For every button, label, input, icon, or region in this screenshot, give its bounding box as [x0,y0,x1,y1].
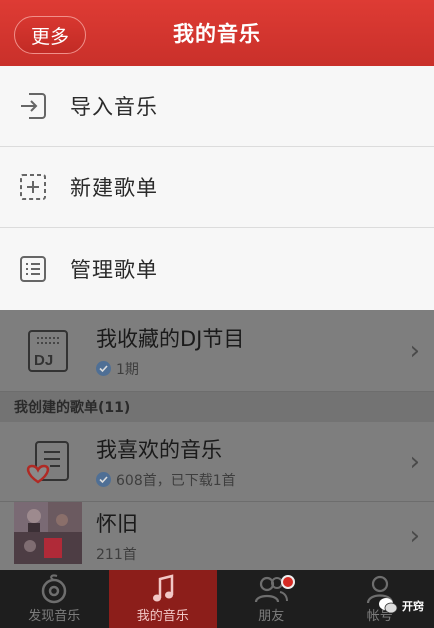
tab-discover[interactable]: 发现音乐 [0,570,109,628]
dj-thumbnail: DJ [14,317,82,385]
menu-item-label: 管理歌单 [70,257,158,282]
favorites-thumbnail [14,428,82,496]
tab-friends[interactable]: 朋友 [217,570,326,628]
dropdown-menu: 导入音乐 新建歌单 管理歌单 [0,66,434,310]
menu-item-label: 新建歌单 [70,176,158,200]
watermark: 开窍 [378,597,424,615]
chevron-right-icon: › [409,521,420,551]
chevron-right-icon: › [409,335,420,366]
top-bar: 更多 我的音乐 [0,0,434,66]
list-item-nostalgia[interactable]: 怀旧 211首 › [0,502,434,570]
page-title: 我的音乐 [173,22,261,46]
nostalgia-cover [14,502,82,570]
manage-list-icon [20,255,46,282]
section-header-created-playlists: 我创建的歌单(11) [0,392,434,422]
favorites-count: 608首，已下载1首 [116,472,236,489]
chevron-right-icon: › [409,446,420,477]
watermark-label: 开窍 [402,600,424,613]
tab-label: 朋友 [258,609,285,624]
list-item-favorites[interactable]: 我喜欢的音乐 608首，已下载1首 › [0,422,434,502]
menu-item-manage-playlist[interactable]: 管理歌单 [0,228,434,309]
notification-badge [281,575,295,589]
list-item-dj[interactable]: DJ 我收藏的DJ节目 1期 › [0,310,434,392]
tab-label: 发现音乐 [28,609,81,624]
menu-item-label: 导入音乐 [70,95,158,119]
import-icon [21,93,46,119]
download-check-icon [96,472,111,487]
menu-item-import[interactable]: 导入音乐 [0,66,434,147]
dj-icon: DJ [28,329,68,372]
dj-icon-text: DJ [34,352,53,369]
favorites-title: 我喜欢的音乐 [96,437,222,462]
tab-label: 我的音乐 [136,609,189,624]
bottom-tab-bar: 发现音乐 我的音乐 朋友 帐号 [0,570,434,628]
music-note-icon [152,574,173,602]
heart-list-icon [26,440,69,484]
nostalgia-count: 211首 [96,547,137,563]
wechat-icon [379,598,398,614]
dj-count: 1期 [116,361,139,378]
discover-icon [42,574,67,604]
dj-title: 我收藏的DJ节目 [96,326,245,351]
tab-my-music[interactable]: 我的音乐 [108,570,217,628]
album-cover-image [14,502,82,564]
new-playlist-icon [20,174,46,200]
more-button[interactable]: 更多 [14,16,86,54]
nostalgia-title: 怀旧 [96,512,138,536]
menu-item-new-playlist[interactable]: 新建歌单 [0,147,434,228]
check-icon [96,361,111,376]
